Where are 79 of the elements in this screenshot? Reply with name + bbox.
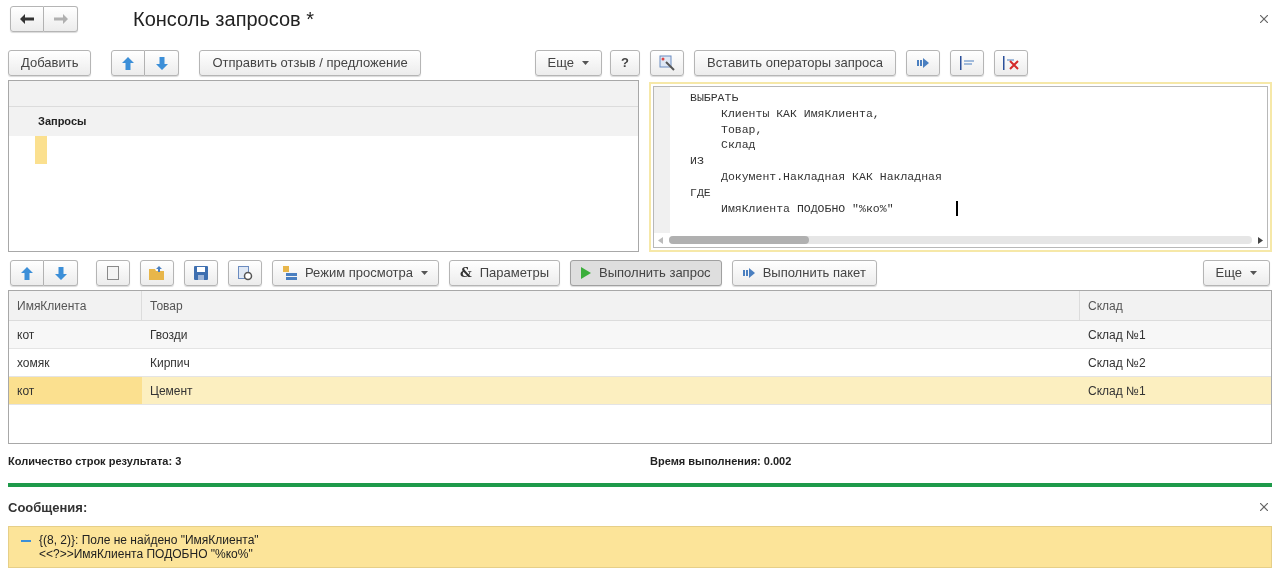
settings-button[interactable] (228, 260, 262, 286)
run-query-button[interactable]: Выполнить запрос (570, 260, 722, 286)
left-arrow-icon (20, 14, 34, 24)
table-cell-text: Склад №1 (1087, 326, 1147, 344)
text-cross-icon (1002, 56, 1021, 70)
new-document-button[interactable] (96, 260, 130, 286)
open-button[interactable] (140, 260, 174, 286)
code-line: Документ.Накладная КАК Накладная (720, 169, 942, 185)
more-button[interactable]: Еще (1202, 260, 1270, 286)
column-header[interactable]: ИмяКлиента (9, 291, 142, 320)
text-cursor (955, 201, 958, 216)
down-arrow-icon (155, 56, 168, 70)
folder-icon (149, 266, 165, 280)
table-row[interactable]: кот Цемент Склад №1 (9, 377, 1271, 405)
caret-icon (582, 61, 590, 65)
table-cell: кот (9, 377, 142, 404)
table-cell-text: Цемент (149, 382, 194, 400)
code-line: ГДЕ (690, 184, 712, 201)
run-batch-button[interactable] (906, 50, 941, 76)
ampersand-icon: & (460, 263, 472, 283)
caret-icon (421, 271, 428, 275)
column-header: Запросы (9, 107, 638, 136)
table-cell-text: Склад №1 (1087, 382, 1147, 400)
code-line: ИмяКлиента ПОДОБНО "%ко%" (720, 200, 895, 217)
insert-operators-button[interactable]: Вставить операторы запроса (694, 50, 897, 76)
row-count-label: Количество строк результата: 3 (8, 454, 183, 469)
move-down-button[interactable] (44, 260, 78, 286)
save-button[interactable] (184, 260, 218, 286)
up-arrow-icon (122, 56, 135, 70)
help-button[interactable]: ? (610, 50, 640, 76)
document-icon (107, 266, 119, 280)
run-batch-button[interactable]: Выполнить пакет (731, 260, 877, 286)
add-button[interactable]: Добавить (8, 50, 92, 76)
code-line: ИЗ (690, 153, 705, 169)
run-batch-icon (917, 58, 930, 68)
right-arrow-icon (53, 14, 68, 24)
caret-icon (1250, 271, 1257, 275)
move-up-button[interactable] (10, 260, 44, 286)
column-header[interactable]: Склад (1080, 291, 1271, 320)
down-arrow-icon (54, 266, 67, 280)
up-arrow-icon (21, 266, 33, 280)
query-wizard-button[interactable] (650, 50, 684, 76)
column-header[interactable]: Товар (142, 291, 1080, 320)
run-batch-icon (742, 268, 755, 278)
scroll-right-icon[interactable] (1258, 236, 1263, 244)
back-button[interactable] (10, 6, 44, 32)
list-view-icon (283, 266, 297, 280)
code-line: Товар, (720, 121, 764, 138)
dash-icon (21, 540, 31, 542)
window-title: Консоль запросов * (133, 7, 315, 32)
parameters-button[interactable]: & Параметры (449, 260, 561, 286)
code-line: Склад (720, 137, 757, 154)
clear-format-button[interactable] (994, 50, 1029, 76)
wand-icon (659, 55, 675, 71)
table-row[interactable]: кот Гвозди Склад №1 (9, 321, 1271, 349)
text-cursor-icon (959, 56, 976, 70)
table-cell-text: Кирпич (149, 354, 191, 372)
execution-time-label: Время выполнения: 0.002 (650, 454, 792, 469)
move-down-button[interactable] (145, 50, 180, 76)
close-icon[interactable] (1260, 503, 1268, 512)
play-icon (581, 267, 592, 279)
settings-icon (237, 265, 253, 281)
text-format-button[interactable] (950, 50, 985, 76)
code-line: Клиенты КАК ИмяКлиента, (720, 105, 881, 122)
code-line: ВЫБРАТЬ (690, 90, 740, 106)
message-text: <<?>>ИмяКлиента ПОДОБНО "%ко%" (39, 547, 254, 561)
query-editor[interactable]: ВЫБРАТЬ Клиенты КАК ИмяКлиента, Товар, Склад ИЗ Документ.Накладная КАК Накладная ГДЕ ИмяКлиента ПОДОБНО "%ко%" (649, 82, 1272, 252)
more-button[interactable]: Еще (534, 50, 603, 76)
scroll-left-icon[interactable] (658, 236, 663, 244)
messages-title: Сообщения: (8, 498, 88, 517)
message-text: {(8, 2)}: Поле не найдено "ИмяКлиента" (39, 533, 259, 547)
table-cell-text: хомяк (16, 354, 51, 372)
view-mode-button[interactable]: Режим просмотра (272, 260, 439, 286)
feedback-button[interactable]: Отправить отзыв / предложение (199, 50, 421, 76)
table-cell-text: кот (16, 326, 36, 344)
table-cell-text: Склад №2 (1087, 354, 1147, 372)
close-icon[interactable] (1260, 15, 1268, 23)
table-cell-text: Гвозди (149, 326, 189, 344)
move-up-button[interactable] (111, 50, 146, 76)
